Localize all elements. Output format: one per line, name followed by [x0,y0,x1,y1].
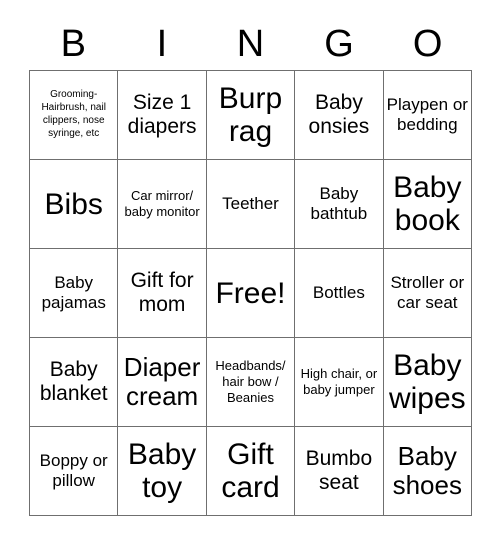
bingo-cell[interactable]: Boppy or pillow [30,427,119,516]
bingo-cell-free[interactable]: Free! [206,249,296,338]
bingo-cell[interactable]: Baby onsies [295,71,384,160]
bingo-cell-label: Boppy or pillow [39,450,108,490]
bingo-cell-label: Bibs [44,187,103,221]
bingo-cell-label: Free! [215,276,286,310]
bingo-cell-label: High chair, or baby jumper [300,366,378,397]
bingo-cell[interactable]: High chair, or baby jumper [295,338,384,427]
bingo-cell-label: Playpen or bedding [386,94,468,134]
bingo-cell-label: Size 1 diapers [127,91,197,138]
bingo-cell[interactable]: Baby book [383,160,472,249]
bingo-cell[interactable]: Gift for mom [118,249,207,338]
bingo-cell[interactable]: Playpen or bedding [383,71,472,160]
bingo-cell[interactable]: Teether [206,160,296,249]
bingo-header-letter-o: O [412,23,443,65]
bingo-cell-label: Bottles [312,282,365,302]
bingo-cell[interactable]: Bottles [295,249,384,338]
bingo-cell[interactable]: Baby bathtub [295,160,384,249]
bingo-cell-label: Baby book [393,171,462,237]
bingo-header-letter-b: B [60,23,86,65]
bingo-cell[interactable]: Grooming- Hairbrush, nail clippers, nose… [30,71,119,160]
bingo-cell[interactable]: Headbands/ hair bow / Beanies [206,338,296,427]
bingo-cell[interactable]: Car mirror/ baby monitor [118,160,207,249]
bingo-header: B I N G O [29,18,472,70]
bingo-grid: Grooming- Hairbrush, nail clippers, nose… [29,70,472,516]
bingo-cell-label: Diaper cream [123,351,201,411]
bingo-cell[interactable]: Baby wipes [383,338,472,427]
bingo-cell[interactable]: Baby toy [118,427,207,516]
bingo-cell[interactable]: Stroller or car seat [383,249,472,338]
bingo-cell[interactable]: Baby shoes [383,427,472,516]
bingo-cell-label: Gift card [221,438,280,504]
bingo-cell[interactable]: Diaper cream [118,338,207,427]
bingo-cell-label: Baby shoes [392,440,462,500]
bingo-cell-label: Grooming- Hairbrush, nail clippers, nose… [41,89,106,139]
bingo-cell-label: Stroller or car seat [390,272,465,312]
bingo-header-letter-i: I [156,23,168,65]
bingo-header-letter-g: G [324,23,354,65]
bingo-cell-label: Car mirror/ baby monitor [124,188,200,219]
bingo-cell-label: Bumbo seat [305,447,373,494]
bingo-card: B I N G O Grooming- Hairbrush, nail clip… [0,0,500,544]
bingo-cell[interactable]: Baby pajamas [30,249,119,338]
bingo-cell-label: Baby onsies [308,91,370,138]
bingo-cell-label: Baby pajamas [41,272,106,312]
bingo-cell-label: Baby toy [127,438,197,504]
bingo-cell[interactable]: Burp rag [206,71,296,160]
bingo-cell-label: Baby wipes [388,349,466,415]
bingo-cell-label: Gift for mom [130,269,194,316]
bingo-cell[interactable]: Bibs [30,160,119,249]
bingo-cell-label: Headbands/ hair bow / Beanies [215,358,286,405]
bingo-cell-label: Burp rag [218,82,283,148]
bingo-cell[interactable]: Gift card [206,427,296,516]
bingo-cell[interactable]: Size 1 diapers [118,71,207,160]
bingo-cell-label: Teether [222,193,279,213]
bingo-cell-label: Baby blanket [39,358,108,405]
bingo-header-letter-n: N [236,23,265,65]
bingo-cell-label: Baby bathtub [310,183,368,223]
bingo-cell[interactable]: Baby blanket [30,338,119,427]
bingo-cell[interactable]: Bumbo seat [295,427,384,516]
